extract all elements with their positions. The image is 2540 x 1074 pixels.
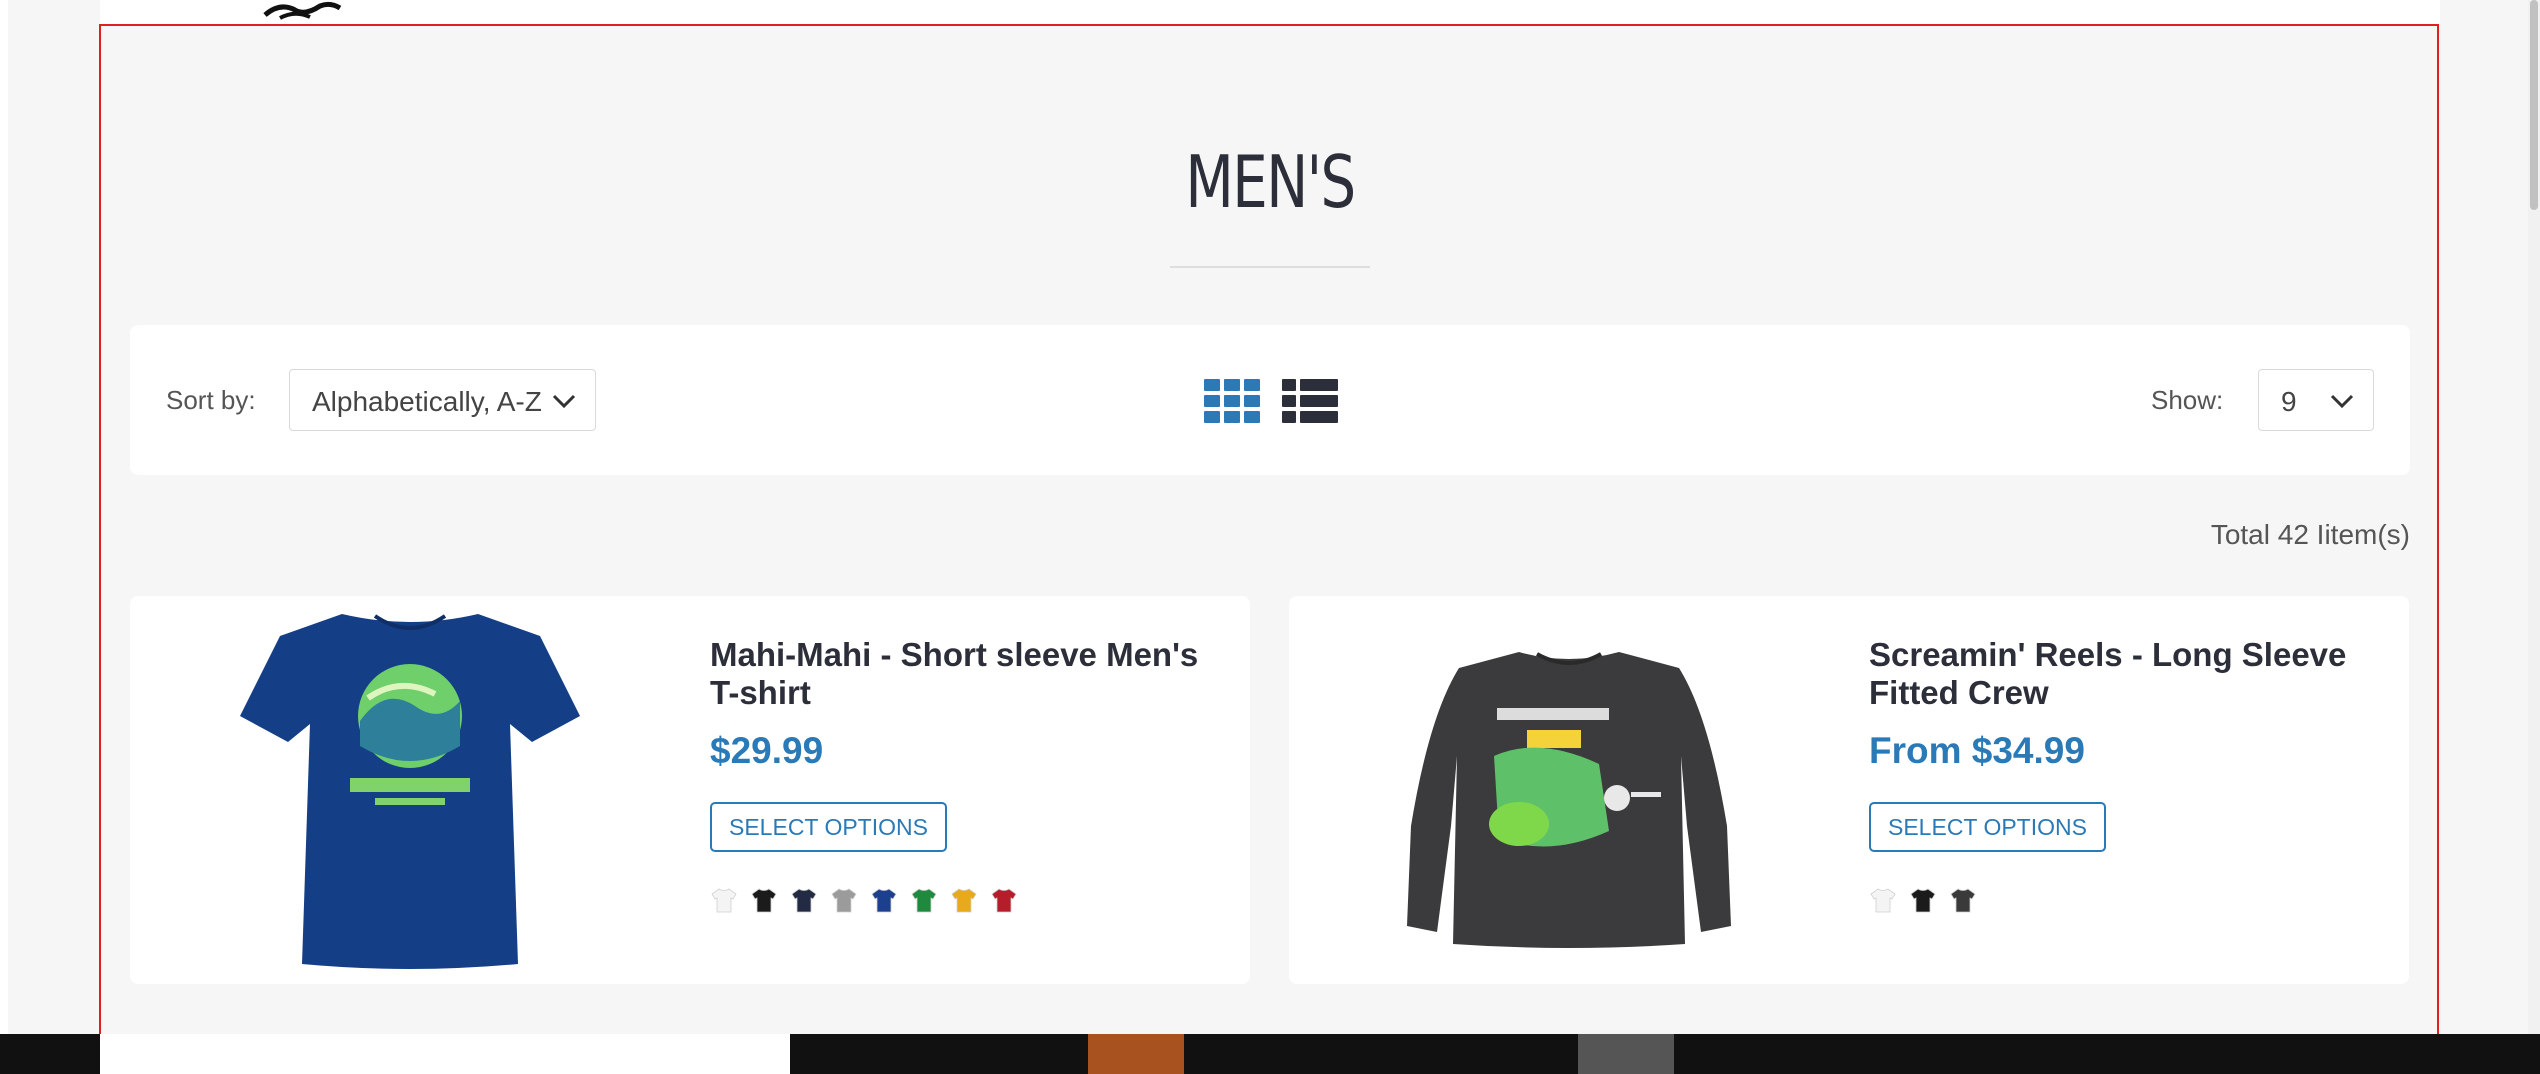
items-per-page-select[interactable]: 9 <box>2258 369 2374 431</box>
select-options-button[interactable]: SELECT OPTIONS <box>1869 802 2106 852</box>
color-swatch[interactable] <box>790 886 818 914</box>
color-swatch[interactable] <box>750 886 778 914</box>
sort-select[interactable]: Alphabetically, A-Z <box>289 369 596 431</box>
color-swatch[interactable] <box>1869 886 1897 914</box>
product-image-navy-tshirt[interactable] <box>210 606 610 974</box>
logo-icon[interactable] <box>260 0 350 20</box>
grid-view-icon[interactable] <box>1204 379 1260 423</box>
title-divider <box>1170 266 1370 268</box>
product-title[interactable]: Mahi-Mahi - Short sleeve Men's T-shirt <box>710 636 1230 712</box>
chevron-down-icon <box>2330 394 2354 409</box>
color-swatch[interactable] <box>710 886 738 914</box>
collection-toolbar: Sort by: Alphabetically, A-Z Show: 9 <box>130 325 2410 475</box>
product-title[interactable]: Screamin' Reels - Long Sleeve Fitted Cre… <box>1869 636 2389 712</box>
items-per-page-value: 9 <box>2281 386 2297 417</box>
bottom-strip <box>0 1034 2540 1074</box>
select-options-button[interactable]: SELECT OPTIONS <box>710 802 947 852</box>
product-price: From $34.99 <box>1869 730 2085 771</box>
product-card: Screamin' Reels - Long Sleeve Fitted Cre… <box>1289 596 2409 984</box>
sort-label: Sort by: <box>166 385 256 415</box>
product-card: Mahi-Mahi - Short sleeve Men's T-shirt $… <box>130 596 1250 984</box>
color-swatches <box>1869 886 1977 914</box>
bottom-strip-segment <box>1578 1034 1674 1074</box>
color-swatch[interactable] <box>1949 886 1977 914</box>
color-swatches <box>710 886 1018 914</box>
show-label: Show: <box>2151 385 2224 415</box>
list-view-icon[interactable] <box>1282 379 1338 423</box>
color-swatch[interactable] <box>950 886 978 914</box>
color-swatch[interactable] <box>830 886 858 914</box>
scrollbar[interactable] <box>2528 0 2540 1060</box>
bottom-strip-segment <box>100 1034 790 1074</box>
color-swatch[interactable] <box>910 886 938 914</box>
color-swatch[interactable] <box>1909 886 1937 914</box>
header-bar <box>100 0 2440 24</box>
product-price: $29.99 <box>710 730 824 771</box>
bottom-strip-segment <box>1088 1034 1184 1074</box>
scrollbar-thumb[interactable] <box>2530 0 2538 210</box>
sort-select-value: Alphabetically, A-Z <box>312 386 542 417</box>
chevron-down-icon <box>552 394 576 409</box>
color-swatch[interactable] <box>870 886 898 914</box>
page-title: MEN'S <box>1185 140 1356 224</box>
left-margin <box>0 0 8 1074</box>
color-swatch[interactable] <box>990 886 1018 914</box>
product-image-charcoal-long-sleeve[interactable] <box>1369 606 1769 974</box>
total-items-count: Total 42 Iitem(s) <box>2210 519 2410 550</box>
